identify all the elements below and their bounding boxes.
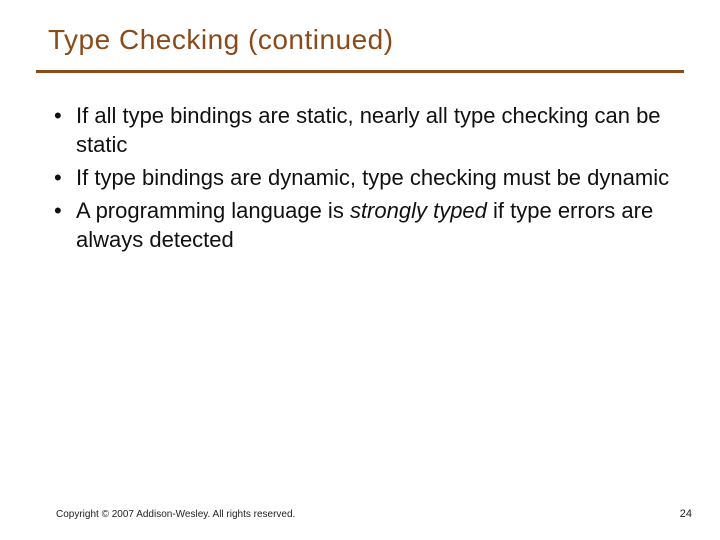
- bullet-text: A programming language is: [76, 198, 350, 223]
- bullet-item: If type bindings are dynamic, type check…: [54, 163, 684, 192]
- bullet-list: If all type bindings are static, nearly …: [36, 101, 684, 254]
- bullet-em: strongly typed: [350, 198, 487, 223]
- bullet-item: A programming language is strongly typed…: [54, 196, 684, 254]
- page-number: 24: [680, 508, 692, 520]
- bullet-text: If type bindings are dynamic, type check…: [76, 165, 669, 190]
- slide: Type Checking (continued) If all type bi…: [0, 0, 720, 540]
- slide-title: Type Checking (continued): [48, 24, 684, 56]
- bullet-item: If all type bindings are static, nearly …: [54, 101, 684, 159]
- title-rule: [36, 70, 684, 73]
- copyright-text: Copyright © 2007 Addison-Wesley. All rig…: [56, 509, 295, 520]
- bullet-text: If all type bindings are static, nearly …: [76, 103, 661, 157]
- footer: Copyright © 2007 Addison-Wesley. All rig…: [56, 508, 692, 520]
